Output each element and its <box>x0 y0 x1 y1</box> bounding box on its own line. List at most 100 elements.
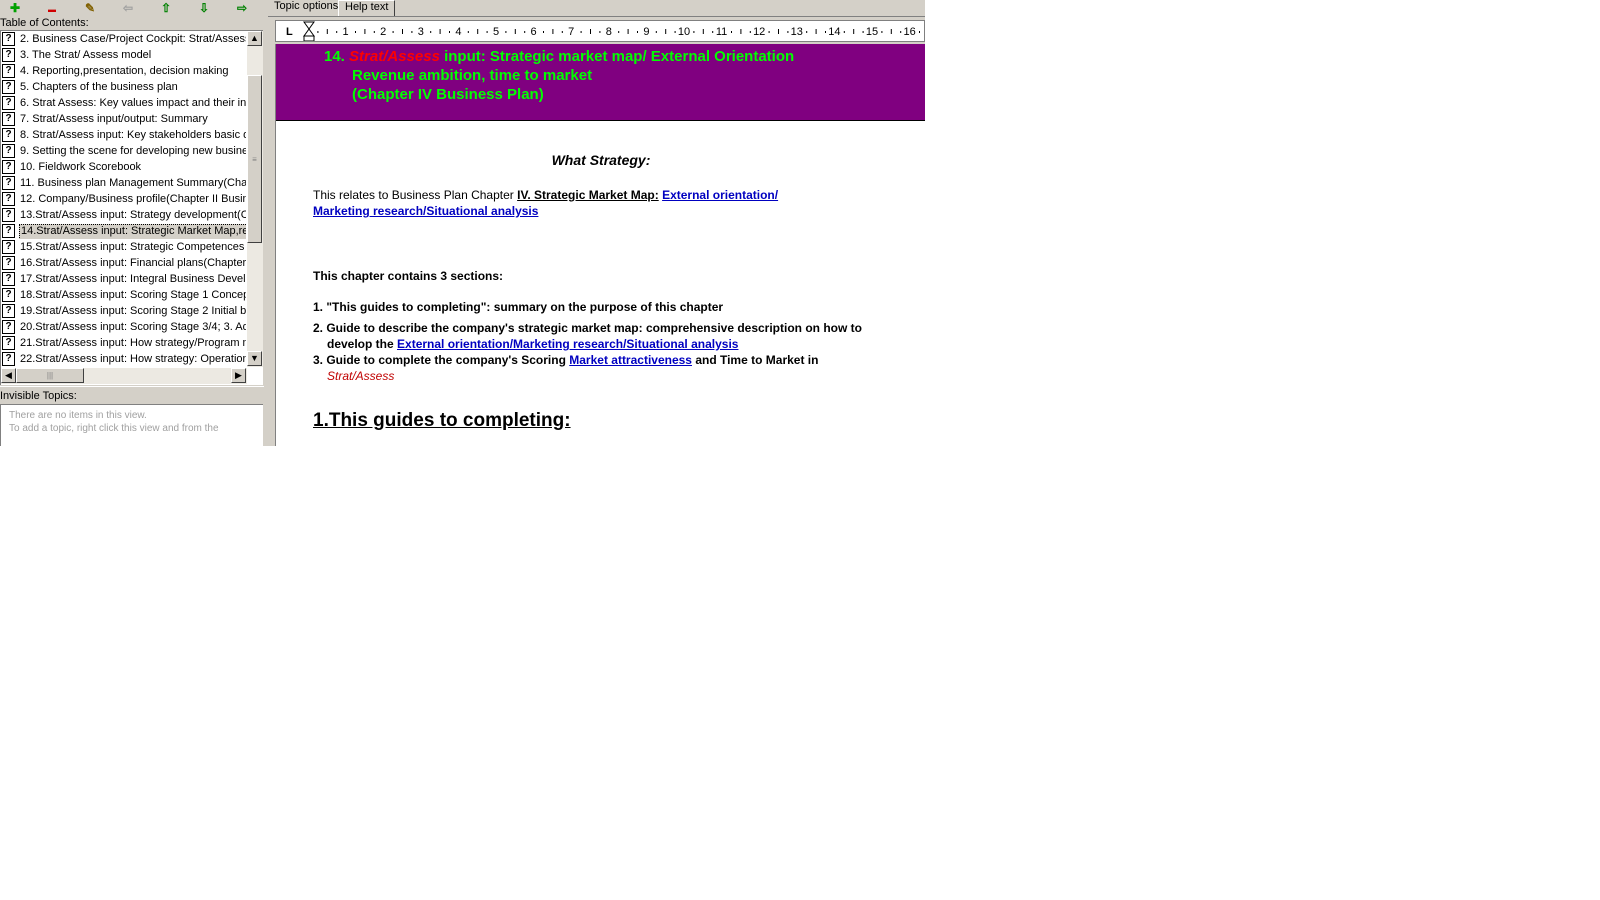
toc-item[interactable]: ? 22.Strat/Assess input: How strategy: Op… <box>1 351 246 367</box>
toc-item[interactable]: ? 19.Strat/Assess input: Scoring Stage 2 … <box>1 303 246 319</box>
banner-line-1: 14. Strat/Assess input: Strategic market… <box>324 48 795 65</box>
remove-topic-button[interactable]: ▬ <box>44 1 60 15</box>
empty-hint: To add a topic, right click this view an… <box>9 423 219 434</box>
help-topic-icon: ? <box>2 272 15 286</box>
ruler-number: 15 <box>866 26 878 38</box>
scroll-left-button[interactable]: ◀ <box>1 368 16 383</box>
help-topic-icon: ? <box>2 208 15 222</box>
toc-item-label: 19.Strat/Assess input: Scoring Stage 2 I… <box>20 305 246 317</box>
toc-item[interactable]: ? 10. Fieldwork Scorebook <box>1 159 246 175</box>
edit-topic-button[interactable]: ✎ <box>82 1 98 15</box>
toc-horizontal-scrollbar[interactable]: ◀ ||| ▶ <box>1 368 247 384</box>
toc-item[interactable]: ? 9. Setting the scene for developing new… <box>1 143 246 159</box>
toc-item[interactable]: ? 18.Strat/Assess input: Scoring Stage 1 … <box>1 287 246 303</box>
help-topic-icon: ? <box>2 320 15 334</box>
ruler-tick <box>900 31 902 33</box>
external-orientation-link[interactable]: External orientation/ <box>662 188 778 202</box>
scroll-down-button[interactable]: ▼ <box>247 351 262 366</box>
help-topic-icon: ? <box>2 192 15 206</box>
marketing-research-link[interactable]: Marketing research/Situational analysis <box>313 204 538 218</box>
tab-topic-options[interactable]: Topic options <box>268 0 344 15</box>
toc-item[interactable]: ? 11. Business plan Management Summary(Ch… <box>1 175 246 191</box>
ruler-tick <box>449 31 450 33</box>
section-item-3-line-1: 3. Guide to complete the company's Scori… <box>313 353 819 367</box>
ruler-tick <box>336 31 338 33</box>
toc-item-label: 12. Company/Business profile(Chapter II … <box>20 193 246 205</box>
relates-line-2: Marketing research/Situational analysis <box>313 204 538 218</box>
toc-item-label: 15.Strat/Assess input: Strategic Compete… <box>20 241 246 253</box>
toc-item[interactable]: ? 14.Strat/Assess input: Strategic Market… <box>1 223 246 239</box>
toc-item[interactable]: ? 17.Strat/Assess input: Integral Busines… <box>1 271 246 287</box>
ruler-tick <box>402 29 403 34</box>
ruler-scale: L 1 2 3 4 5 6 7 8 9 10 11 12 13 14 15 16 <box>286 21 920 41</box>
toc-item-label: 21.Strat/Assess input: How strategy/Prog… <box>20 337 246 349</box>
toc-item-label: 9. Setting the scene for developing new … <box>20 145 246 157</box>
toc-toolbar: ✚ ▬ ✎ ⇦ ⇧ ⇩ ⇨ <box>0 0 264 16</box>
indent-marker[interactable] <box>303 21 315 37</box>
ruler-tick <box>768 31 770 33</box>
toc-vertical-scrollbar[interactable]: ▲ ≡ ▼ <box>247 31 263 367</box>
ruler-tick <box>561 31 563 33</box>
toc-item[interactable]: ? 12. Company/Business profile(Chapter II… <box>1 191 246 207</box>
toc-item[interactable]: ? 20.Strat/Assess input: Scoring Stage 3/… <box>1 319 246 335</box>
scroll-right-button[interactable]: ▶ <box>231 368 246 383</box>
market-attractiveness-link[interactable]: Market attractiveness <box>569 353 692 367</box>
toc-item-label: 2. Business Case/Project Cockpit: Strat/… <box>20 33 246 45</box>
ruler-tick <box>806 31 808 33</box>
toc-tree[interactable]: ? 2. Business Case/Project Cockpit: Strat… <box>0 30 263 385</box>
banner-line-2: Revenue ambition, time to market <box>352 67 593 84</box>
ruler-tick <box>364 29 366 34</box>
external-orientation-full-link[interactable]: External orientation/Marketing research/… <box>397 337 738 351</box>
help-text-editor[interactable]: 14. Strat/Assess input: Strategic market… <box>275 44 925 446</box>
toc-item-label: 3. The Strat/ Assess model <box>20 49 152 61</box>
move-right-button[interactable]: ⇨ <box>234 1 250 15</box>
move-left-button[interactable]: ⇦ <box>120 1 136 15</box>
toc-item[interactable]: ? 8. Strat/Assess input: Key stakeholders… <box>1 127 246 143</box>
help-topic-icon: ? <box>2 112 15 126</box>
horizontal-scroll-thumb[interactable]: ||| <box>16 368 84 383</box>
toc-item[interactable]: ? 6. Strat Assess: Key values impact and … <box>1 95 246 111</box>
ruler-tick <box>674 31 676 33</box>
section-item-2-line-2: develop the External orientation/Marketi… <box>327 337 739 351</box>
plus-icon: ✚ <box>9 1 21 15</box>
toc-item-label: 17.Strat/Assess input: Integral Business… <box>20 273 246 285</box>
toc-item[interactable]: ? 15.Strat/Assess input: Strategic Compet… <box>1 239 246 255</box>
ruler-tick <box>355 31 356 33</box>
toc-item[interactable]: ? 7. Strat/Assess input/output: Summary <box>1 111 246 127</box>
tab-help-text[interactable]: Help text <box>338 0 396 16</box>
toc-item[interactable]: ? 2. Business Case/Project Cockpit: Strat… <box>1 31 246 47</box>
invisible-topics-list[interactable]: There are no items in this view. To add … <box>0 404 263 446</box>
move-up-button[interactable]: ⇧ <box>158 1 174 15</box>
scroll-up-button[interactable]: ▲ <box>247 31 262 46</box>
ruler[interactable]: L 1 2 3 4 5 6 7 8 9 10 11 12 13 14 15 16 <box>275 20 925 42</box>
toc-item-label: 5. Chapters of the business plan <box>20 81 178 93</box>
toc-item[interactable]: ? 4. Reporting,presentation, decision mak… <box>1 63 246 79</box>
ruler-tick <box>862 31 864 33</box>
toc-item[interactable]: ? 13.Strat/Assess input: Strategy develop… <box>1 207 246 223</box>
ruler-tick <box>853 29 855 34</box>
help-topic-icon: ? <box>2 336 15 350</box>
toc-item[interactable]: ? 21.Strat/Assess input: How strategy/Pro… <box>1 335 246 351</box>
move-down-button[interactable]: ⇩ <box>196 1 212 15</box>
add-topic-button[interactable]: ✚ <box>7 1 23 15</box>
ruler-number: 3 <box>418 26 424 38</box>
toc-item[interactable]: ? 5. Chapters of the business plan <box>1 79 246 95</box>
toc-item-label: 6. Strat Assess: Key values impact and t… <box>20 97 246 109</box>
ruler-tick <box>655 31 657 33</box>
topic-banner: 14. Strat/Assess input: Strategic market… <box>276 44 925 121</box>
ruler-tick <box>430 31 432 33</box>
ruler-tick <box>693 31 695 33</box>
ruler-number: 6 <box>531 26 537 38</box>
ruler-number: 16 <box>903 26 915 38</box>
help-topic-icon: ? <box>2 160 15 174</box>
toc-item[interactable]: ? 16.Strat/Assess input: Financial plans(… <box>1 255 246 271</box>
left-margin-marker[interactable] <box>303 35 315 41</box>
guides-heading: 1.This guides to completing: <box>313 410 571 431</box>
toc-item-label: 8. Strat/Assess input: Key stakeholders … <box>20 129 246 141</box>
ruler-number: 13 <box>791 26 803 38</box>
tab-stop-marker[interactable]: L <box>286 26 293 38</box>
help-topic-icon: ? <box>2 32 15 46</box>
vertical-scroll-thumb[interactable]: ≡ <box>247 75 262 243</box>
section-item-3-strat: Strat/Assess <box>327 369 395 383</box>
toc-item[interactable]: ? 3. The Strat/ Assess model <box>1 47 246 63</box>
